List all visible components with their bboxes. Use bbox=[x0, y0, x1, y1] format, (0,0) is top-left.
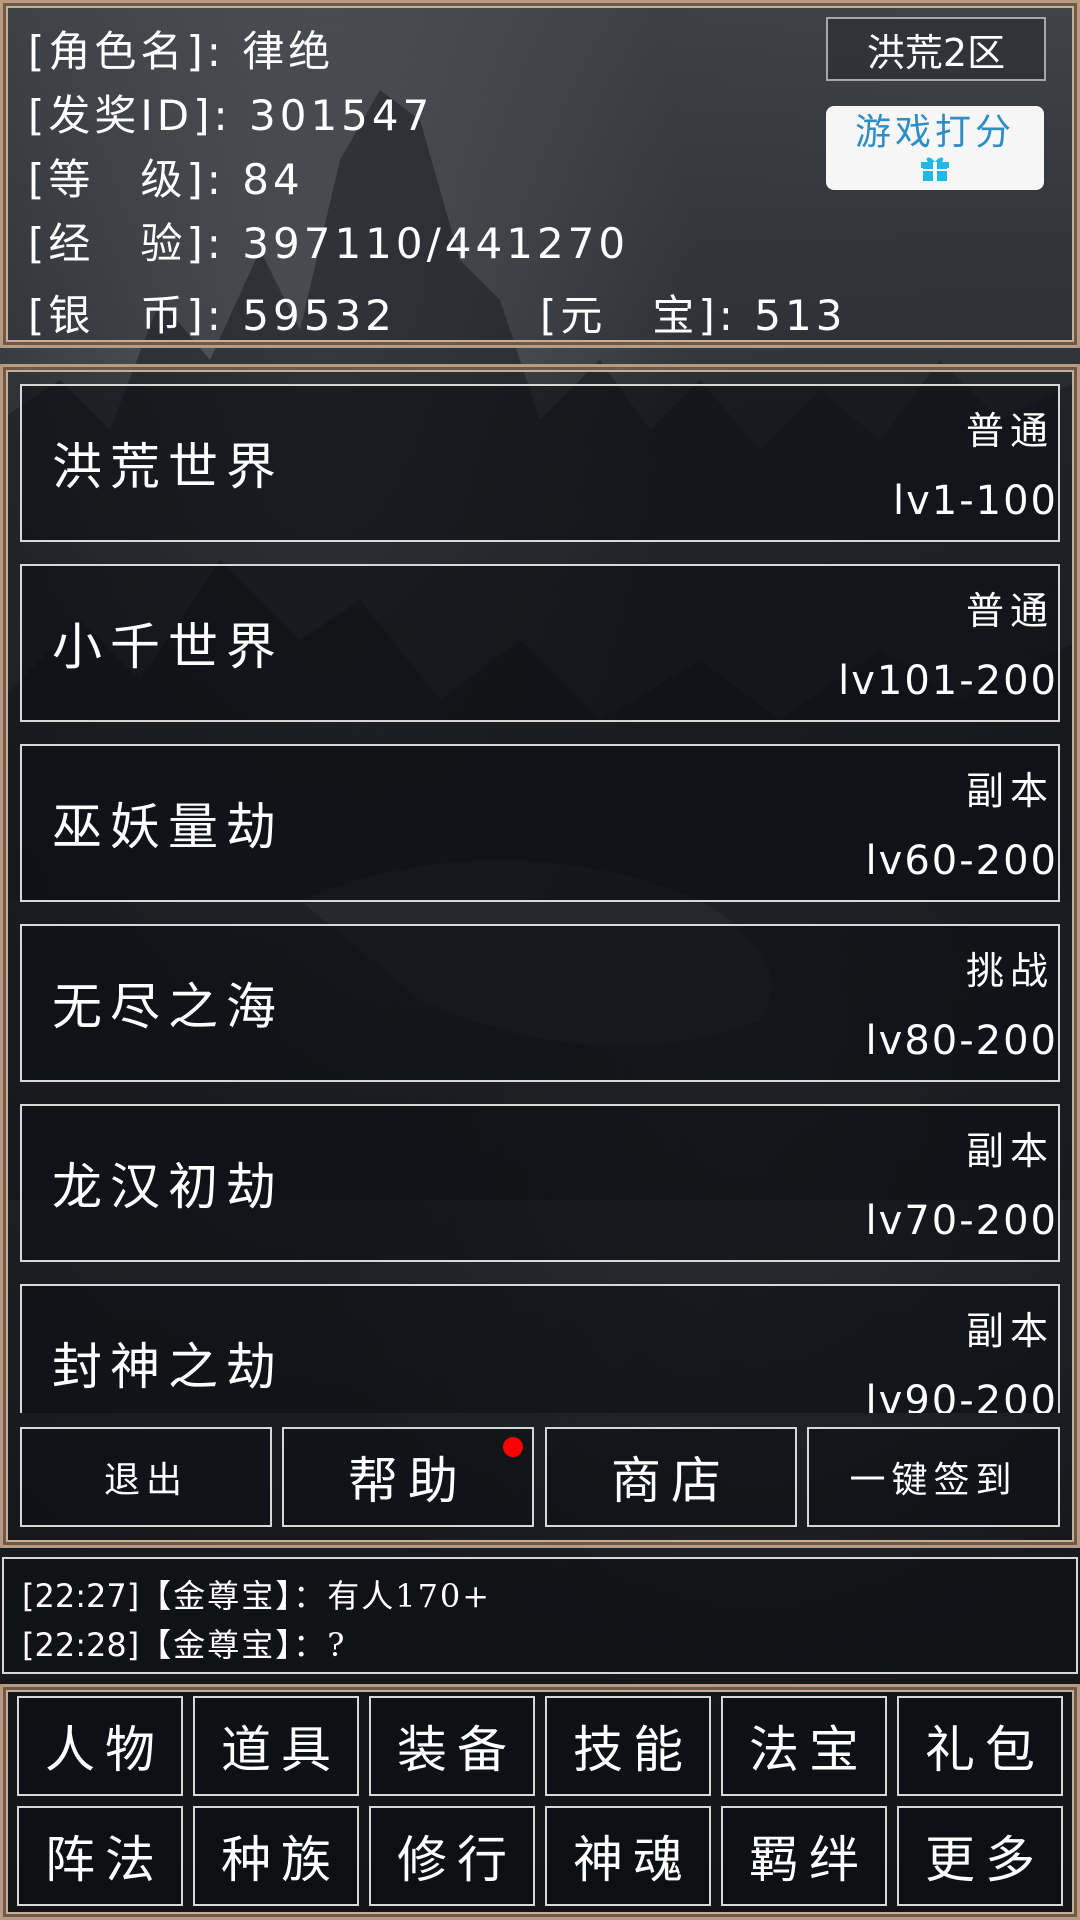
chat-time: [22:27] bbox=[22, 1577, 140, 1615]
nav-formation-button[interactable]: 阵法 bbox=[17, 1806, 183, 1906]
map-level-range: lv1-100 bbox=[892, 478, 1058, 524]
chat-line: [22:28]【金尊宝】：? bbox=[22, 1620, 346, 1666]
nav-label: 修行 bbox=[397, 1831, 517, 1889]
help-label: 帮助 bbox=[348, 1452, 468, 1510]
player-level-value: 84 bbox=[242, 155, 304, 204]
nav-label: 人物 bbox=[45, 1721, 165, 1779]
map-item-wuyao[interactable]: 巫妖量劫 副本 lv60-200 bbox=[20, 744, 1060, 902]
shop-button[interactable]: 商店 bbox=[545, 1427, 797, 1527]
player-name-label: [角色名]: bbox=[28, 27, 225, 76]
nav-items-button[interactable]: 道具 bbox=[193, 1696, 359, 1796]
map-list[interactable]: 洪荒世界 普通 lv1-100 小千世界 普通 lv101-200 巫妖量劫 副… bbox=[18, 384, 1062, 1413]
map-level-range: lv60-200 bbox=[865, 838, 1058, 884]
chat-sender: 【金尊宝】 bbox=[139, 1577, 294, 1615]
player-silver-row: [银 币]: 59532 bbox=[28, 282, 396, 343]
map-item-xiaoqian[interactable]: 小千世界 普通 lv101-200 bbox=[20, 564, 1060, 722]
nav-cultivation-button[interactable]: 修行 bbox=[369, 1806, 535, 1906]
map-type: 普通 bbox=[965, 409, 1054, 453]
map-level-range: lv101-200 bbox=[838, 658, 1058, 704]
daily-checkin-button[interactable]: 一键签到 bbox=[807, 1427, 1060, 1527]
help-button[interactable]: 帮助 bbox=[282, 1427, 534, 1527]
nav-bond-button[interactable]: 羁绊 bbox=[721, 1806, 887, 1906]
map-type: 副本 bbox=[965, 1309, 1054, 1353]
player-yuanbao-label: [元 宝]: bbox=[540, 291, 737, 340]
exit-button[interactable]: 退出 bbox=[20, 1427, 272, 1527]
nav-treasure-button[interactable]: 法宝 bbox=[721, 1696, 887, 1796]
player-id-row: [发奖ID]: 301547 bbox=[28, 82, 433, 143]
checkin-label: 一键签到 bbox=[849, 1460, 1018, 1501]
player-name-row: [角色名]: 律绝 bbox=[28, 18, 334, 79]
exit-label: 退出 bbox=[103, 1460, 188, 1501]
chat-message: ：? bbox=[293, 1626, 347, 1664]
player-exp-label: [经 验]: bbox=[28, 219, 225, 268]
nav-more-button[interactable]: 更多 bbox=[897, 1806, 1063, 1906]
map-type: 普通 bbox=[965, 589, 1054, 633]
map-level-range: lv80-200 bbox=[865, 1018, 1058, 1064]
map-type: 挑战 bbox=[965, 949, 1054, 993]
chat-time: [22:28] bbox=[22, 1626, 140, 1664]
player-silver-label: [银 币]: bbox=[28, 291, 225, 340]
map-name: 洪荒世界 bbox=[52, 438, 284, 496]
nav-label: 更多 bbox=[925, 1831, 1045, 1889]
rate-game-button[interactable]: 游戏打分 bbox=[826, 106, 1044, 190]
map-type: 副本 bbox=[965, 769, 1054, 813]
notification-dot bbox=[503, 1437, 523, 1457]
map-item-fengshen[interactable]: 封神之劫 副本 lv90-200 bbox=[20, 1284, 1060, 1413]
player-exp-row: [经 验]: 397110/441270 bbox=[28, 210, 629, 271]
map-name: 封神之劫 bbox=[52, 1338, 284, 1396]
map-item-wujin[interactable]: 无尽之海 挑战 lv80-200 bbox=[20, 924, 1060, 1082]
player-id-label: [发奖ID]: bbox=[28, 91, 232, 140]
nav-skills-button[interactable]: 技能 bbox=[545, 1696, 711, 1796]
nav-label: 羁绊 bbox=[749, 1831, 869, 1889]
player-exp-value: 397110/441270 bbox=[242, 219, 630, 268]
nav-label: 种族 bbox=[221, 1831, 341, 1889]
nav-equipment-button[interactable]: 装备 bbox=[369, 1696, 535, 1796]
map-name: 龙汉初劫 bbox=[52, 1158, 284, 1216]
nav-character-button[interactable]: 人物 bbox=[17, 1696, 183, 1796]
server-label: 洪荒2区 bbox=[866, 30, 1006, 75]
nav-soul-button[interactable]: 神魂 bbox=[545, 1806, 711, 1906]
nav-label: 装备 bbox=[397, 1721, 517, 1779]
gift-icon bbox=[921, 157, 949, 181]
nav-label: 道具 bbox=[221, 1721, 341, 1779]
chat-line: [22:27]【金尊宝】：有人170+ bbox=[22, 1571, 491, 1617]
player-silver-value: 59532 bbox=[242, 291, 396, 340]
chat-message: ：有人170+ bbox=[293, 1577, 492, 1615]
rate-game-label: 游戏打分 bbox=[854, 112, 1015, 153]
nav-label: 阵法 bbox=[45, 1831, 165, 1889]
nav-label: 礼包 bbox=[925, 1721, 1045, 1779]
nav-label: 法宝 bbox=[749, 1721, 869, 1779]
map-type: 副本 bbox=[965, 1129, 1054, 1173]
map-name: 小千世界 bbox=[52, 618, 284, 676]
nav-race-button[interactable]: 种族 bbox=[193, 1806, 359, 1906]
player-yuanbao-value: 513 bbox=[754, 291, 847, 340]
map-name: 巫妖量劫 bbox=[52, 798, 284, 856]
map-level-range: lv90-200 bbox=[865, 1378, 1058, 1413]
map-item-longhan[interactable]: 龙汉初劫 副本 lv70-200 bbox=[20, 1104, 1060, 1262]
shop-label: 商店 bbox=[611, 1452, 731, 1510]
map-name: 无尽之海 bbox=[52, 978, 284, 1036]
player-level-label: [等 级]: bbox=[28, 155, 225, 204]
map-item-honghuang[interactable]: 洪荒世界 普通 lv1-100 bbox=[20, 384, 1060, 542]
player-id-value: 301547 bbox=[249, 91, 434, 140]
map-level-range: lv70-200 bbox=[865, 1198, 1058, 1244]
chat-sender: 【金尊宝】 bbox=[139, 1626, 294, 1664]
player-level-row: [等 级]: 84 bbox=[28, 146, 304, 207]
player-yuanbao-row: [元 宝]: 513 bbox=[540, 282, 846, 343]
player-name-value: 律绝 bbox=[242, 27, 335, 76]
nav-giftpack-button[interactable]: 礼包 bbox=[897, 1696, 1063, 1796]
nav-label: 技能 bbox=[573, 1721, 693, 1779]
nav-label: 神魂 bbox=[573, 1831, 693, 1889]
server-button[interactable]: 洪荒2区 bbox=[826, 17, 1046, 81]
